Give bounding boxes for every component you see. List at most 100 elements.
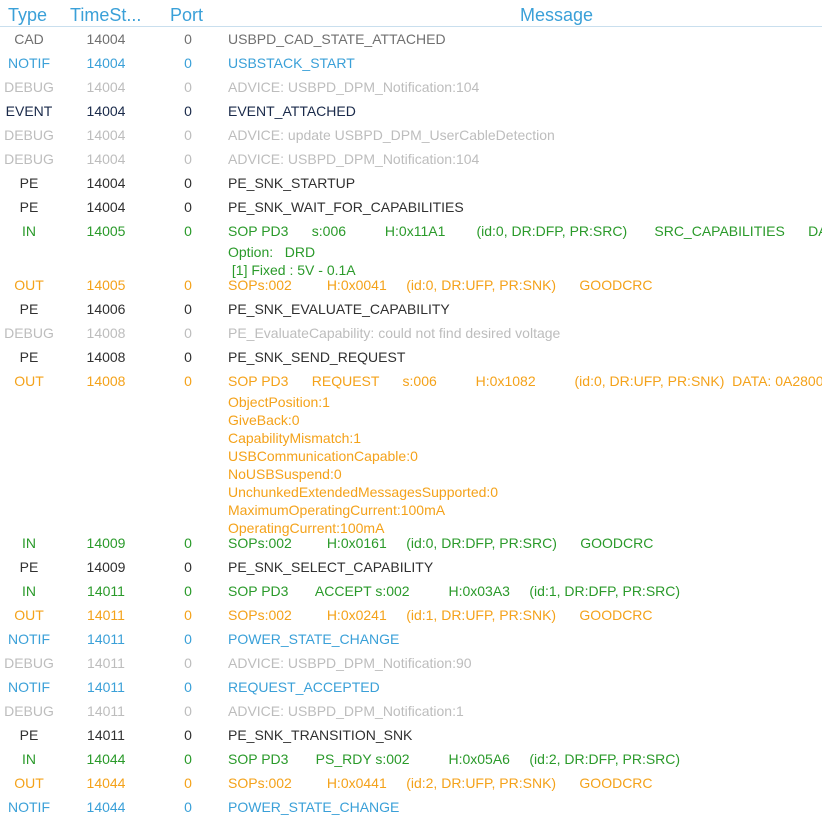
log-port: 0 <box>184 349 192 365</box>
log-type: PE <box>19 727 39 743</box>
log-type: NOTIF <box>8 631 50 647</box>
log-timestamp: 14011 <box>87 655 125 671</box>
log-row[interactable]: NOTIF 14004 0 USBSTACK_START <box>0 51 822 75</box>
log-message-text: SOP PD3 REQUEST s:006 H:0x1082 (id:0, DR… <box>228 373 822 389</box>
log-message: ADVICE: USBPD_DPM_Notification:1 <box>228 699 464 723</box>
log-timestamp: 14004 <box>86 127 126 143</box>
log-timestamp: 14004 <box>86 103 126 119</box>
log-timestamp: 14009 <box>86 559 126 575</box>
log-message-text: USBSTACK_START <box>228 55 355 71</box>
log-message-text: ADVICE: USBPD_DPM_Notification:1 <box>228 703 464 719</box>
log-message-text: PE_EvaluateCapability: could not find de… <box>228 325 561 341</box>
log-port: 0 <box>184 55 192 71</box>
log-type: DEBUG <box>4 703 54 719</box>
log-timestamp: 14004 <box>86 175 126 191</box>
column-header-type[interactable]: Type <box>8 5 47 26</box>
log-message: POWER_STATE_CHANGE <box>228 795 399 819</box>
log-timestamp: 14044 <box>86 775 126 791</box>
log-type: PE <box>19 175 39 191</box>
log-type: DEBUG <box>4 79 54 95</box>
log-row[interactable]: PE 14011 0 PE_SNK_TRANSITION_SNK <box>0 723 822 747</box>
log-timestamp: 14005 <box>86 223 126 239</box>
log-port: 0 <box>184 799 192 815</box>
log-message-text: REQUEST_ACCEPTED <box>228 679 380 695</box>
log-row[interactable]: OUT 14011 0 SOPs:002 H:0x0241 (id:1, DR:UFP… <box>0 603 822 627</box>
log-row[interactable]: OUT 14005 0 SOPs:002 H:0x0041 (id:0, DR:UFP… <box>0 273 822 297</box>
log-message-text: PE_SNK_SEND_REQUEST <box>228 349 406 365</box>
log-timestamp: 14011 <box>87 631 125 647</box>
log-message-text: PE_SNK_TRANSITION_SNK <box>228 727 413 743</box>
log-message-text: PE_SNK_STARTUP <box>228 175 356 191</box>
log-message: PE_SNK_EVALUATE_CAPABILITY <box>228 297 450 321</box>
log-row[interactable]: DEBUG 14004 0 ADVICE: update USBPD_DPM_User… <box>0 123 822 147</box>
log-timestamp: 14008 <box>86 373 126 389</box>
log-timestamp: 14044 <box>86 799 126 815</box>
log-port: 0 <box>184 223 192 239</box>
log-timestamp: 14004 <box>86 199 126 215</box>
log-row[interactable]: PE 14006 0 PE_SNK_EVALUATE_CAPABILITY <box>0 297 822 321</box>
log-message-detail: NoUSBSuspend:0 <box>228 466 342 482</box>
log-row[interactable]: IN 14044 0 SOP PD3 PS_RDY s:002 H:0x05A6 (i… <box>0 747 822 771</box>
log-message: SOP PD3 ACCEPT s:002 H:0x03A3 (id:1, DR:… <box>228 579 680 603</box>
log-row[interactable]: DEBUG 14004 0 ADVICE: USBPD_DPM_Notificatio… <box>0 75 822 99</box>
log-message-text: ADVICE: USBPD_DPM_Notification:104 <box>228 151 480 167</box>
log-port: 0 <box>184 703 192 719</box>
log-message: PE_SNK_STARTUP <box>228 171 355 195</box>
log-row[interactable]: PE 14004 0 PE_SNK_STARTUP <box>0 171 822 195</box>
log-row[interactable]: OUT 14008 0 SOP PD3 REQUEST s:006 H:0x1082 … <box>0 369 822 536</box>
log-message-text: PE_SNK_SELECT_CAPABILITY <box>228 559 434 575</box>
log-row[interactable]: NOTIF 14011 0 REQUEST_ACCEPTED <box>0 675 822 699</box>
column-header-timestamp[interactable]: TimeSt... <box>70 5 141 26</box>
log-row[interactable]: EVENT 14004 0 EVENT_ATTACHED <box>0 99 822 123</box>
log-message-detail: Option: DRD <box>228 244 316 260</box>
log-type: IN <box>22 751 36 767</box>
log-message: USBSTACK_START <box>228 51 355 75</box>
log-port: 0 <box>184 607 192 623</box>
log-row[interactable]: IN 14011 0 SOP PD3 ACCEPT s:002 H:0x03A3 (i… <box>0 579 822 603</box>
log-message-detail: GiveBack:0 <box>228 412 300 428</box>
log-message: ADVICE: USBPD_DPM_Notification:104 <box>228 75 479 99</box>
log-type: CAD <box>14 31 44 47</box>
log-timestamp: 14004 <box>86 79 126 95</box>
column-header-port[interactable]: Port <box>170 5 203 26</box>
log-row[interactable]: DEBUG 14011 0 ADVICE: USBPD_DPM_Notificatio… <box>0 699 822 723</box>
log-row[interactable]: DEBUG 14008 0 PE_EvaluateCapability: could … <box>0 321 822 345</box>
log-row[interactable]: PE 14004 0 PE_SNK_WAIT_FOR_CAPABILITIES <box>0 195 822 219</box>
log-message-detail: UnchunkedExtendedMessagesSupported:0 <box>228 484 499 500</box>
log-message-text: SOP PD3 PS_RDY s:002 H:0x05A6 (id:2, DR:… <box>228 751 681 767</box>
log-table: CAD 14004 0 USBPD_CAD_STATE_ATTACHED NOTIF 14… <box>0 27 822 819</box>
log-row[interactable]: IN 14009 0 SOPs:002 H:0x0161 (id:0, DR:DFP,… <box>0 531 822 555</box>
log-message-text: SOP PD3 ACCEPT s:002 H:0x03A3 (id:1, DR:… <box>228 583 681 599</box>
log-type: DEBUG <box>4 127 54 143</box>
log-type: EVENT <box>5 103 53 119</box>
log-row[interactable]: NOTIF 14044 0 POWER_STATE_CHANGE <box>0 795 822 819</box>
log-message: SOPs:002 H:0x0441 (id:2, DR:UFP, PR:SNK)… <box>228 771 653 795</box>
log-message-text: ADVICE: update USBPD_DPM_UserCableDetect… <box>228 127 555 143</box>
log-port: 0 <box>184 325 192 341</box>
log-message: SOPs:002 H:0x0161 (id:0, DR:DFP, PR:SRC)… <box>228 531 653 555</box>
log-type: DEBUG <box>4 655 54 671</box>
log-type: OUT <box>14 775 44 791</box>
log-port: 0 <box>184 655 192 671</box>
log-row[interactable]: PE 14008 0 PE_SNK_SEND_REQUEST <box>0 345 822 369</box>
log-row[interactable]: PE 14009 0 PE_SNK_SELECT_CAPABILITY <box>0 555 822 579</box>
log-message-text: SOP PD3 s:006 H:0x11A1 (id:0, DR:DFP, PR… <box>228 223 822 239</box>
log-row[interactable]: NOTIF 14011 0 POWER_STATE_CHANGE <box>0 627 822 651</box>
log-type: PE <box>19 301 39 317</box>
log-type: IN <box>22 583 36 599</box>
column-header-message[interactable]: Message <box>520 5 593 26</box>
log-message: POWER_STATE_CHANGE <box>228 627 399 651</box>
log-row[interactable]: CAD 14004 0 USBPD_CAD_STATE_ATTACHED <box>0 27 822 51</box>
log-message-text: SOPs:002 H:0x0041 (id:0, DR:UFP, PR:SNK)… <box>228 277 653 293</box>
log-message-text: SOPs:002 H:0x0161 (id:0, DR:DFP, PR:SRC)… <box>228 535 654 551</box>
log-port: 0 <box>184 151 192 167</box>
log-row[interactable]: OUT 14044 0 SOPs:002 H:0x0441 (id:2, DR:UFP… <box>0 771 822 795</box>
log-row[interactable]: DEBUG 14004 0 ADVICE: USBPD_DPM_Notificatio… <box>0 147 822 171</box>
log-message: EVENT_ATTACHED <box>228 99 356 123</box>
log-row[interactable]: IN 14005 0 SOP PD3 s:006 H:0x11A1 (id:0, DR… <box>0 219 822 278</box>
log-row[interactable]: DEBUG 14011 0 ADVICE: USBPD_DPM_Notificatio… <box>0 651 822 675</box>
log-port: 0 <box>184 775 192 791</box>
log-port: 0 <box>184 127 192 143</box>
log-message: SOP PD3 REQUEST s:006 H:0x1082 (id:0, DR… <box>228 369 822 537</box>
log-port: 0 <box>184 301 192 317</box>
